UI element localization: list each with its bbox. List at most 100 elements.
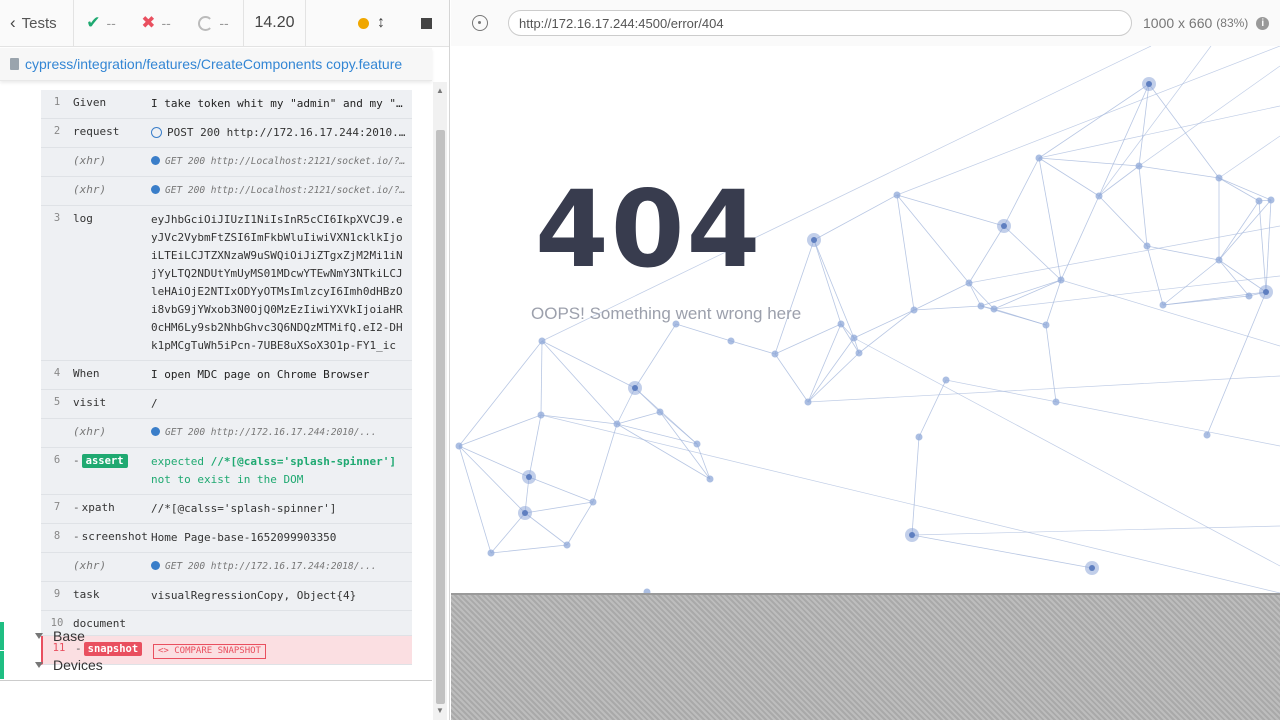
spec-path-link[interactable]: cypress/integration/features/CreateCompo… bbox=[25, 56, 402, 72]
command-name: When bbox=[73, 367, 100, 380]
failed-count: ✖ -- bbox=[141, 13, 171, 32]
command-number: 4 bbox=[53, 367, 61, 379]
command-message: Home Page-base-1652099903350 bbox=[151, 531, 337, 544]
command-message: POST 200 http://172.16.17.244:2010... bbox=[151, 124, 409, 142]
up-down-icon[interactable]: ↕ bbox=[377, 14, 385, 32]
suite-devices[interactable]: Devices bbox=[0, 651, 432, 679]
viewport-overflow-area bbox=[451, 593, 1280, 720]
command-number: 5 bbox=[53, 396, 61, 408]
check-icon: ✔ bbox=[86, 13, 101, 32]
command-number bbox=[41, 153, 73, 154]
reporter-panel: ‹ Tests ✔ -- ✖ -- -- 14.20 ↕ cypress/int… bbox=[0, 0, 450, 720]
passed-count: ✔ -- bbox=[86, 13, 116, 32]
xhr-dot-icon bbox=[151, 156, 160, 165]
command-message: expected //*[@calss='splash-spinner'] no… bbox=[151, 453, 409, 489]
command-message: eyJhbGciOiJIUzI1NiIsInR5cCI6IkpXVCJ9.eyJ… bbox=[151, 213, 403, 352]
command-row[interactable]: 8 - screenshot Home Page-base-165209990335… bbox=[41, 524, 412, 553]
command-message: GET 200 http://172.16.17.244:2018/... bbox=[151, 558, 409, 576]
command-number: 9 bbox=[53, 588, 61, 600]
divider bbox=[0, 680, 432, 681]
assert-post: not to exist in the DOM bbox=[151, 473, 304, 486]
stop-icon[interactable] bbox=[421, 17, 432, 29]
command-message: visualRegressionCopy, Object{4} bbox=[151, 589, 357, 602]
command-name: (xhr) bbox=[73, 154, 107, 167]
command-row[interactable]: 3 log eyJhbGciOiJIUzI1NiIsInR5cCI6IkpXVCJ9… bbox=[41, 206, 412, 361]
command-row[interactable]: 5 visit / bbox=[41, 390, 412, 419]
aut-header: http://172.16.17.244:4500/error/404 1000… bbox=[451, 0, 1280, 46]
command-row[interactable]: 4 When I open MDC page on Chrome Browser bbox=[41, 361, 412, 390]
command-row[interactable]: 1 Given I take token whit my "admin" and m… bbox=[41, 90, 412, 119]
assert-pre: expected bbox=[151, 455, 211, 468]
command-name: - screenshot bbox=[73, 530, 148, 543]
scrollbar-thumb[interactable] bbox=[436, 130, 445, 704]
command-name-text: screenshot bbox=[81, 530, 148, 543]
pending-count: -- bbox=[184, 0, 244, 47]
command-name: - xpath bbox=[73, 501, 115, 514]
command-name: task bbox=[73, 588, 100, 601]
viewport-info: 1000 x 660 (83%) i bbox=[1143, 15, 1270, 31]
command-name: visit bbox=[73, 396, 107, 409]
spec-path-bar: cypress/integration/features/CreateCompo… bbox=[0, 48, 432, 81]
command-row[interactable]: 2 request POST 200 http://172.16.17.244:20… bbox=[41, 119, 412, 148]
command-number: 2 bbox=[53, 125, 61, 137]
file-icon bbox=[10, 58, 19, 70]
command-row[interactable]: (xhr) GET 200 http://172.16.17.244:2010/.… bbox=[41, 419, 412, 448]
viewport-size: 1000 x 660 bbox=[1143, 15, 1213, 31]
command-number: 7 bbox=[53, 501, 61, 513]
command-row[interactable]: 7 - xpath //*[@calss='splash-spinner'] bbox=[41, 495, 412, 524]
stats-bar: ‹ Tests ✔ -- ✖ -- -- 14.20 ↕ bbox=[0, 0, 449, 47]
suite-label: Devices bbox=[53, 657, 103, 673]
command-name: (xhr) bbox=[73, 425, 107, 438]
command-name: (xhr) bbox=[73, 183, 107, 196]
command-name: log bbox=[73, 212, 93, 225]
run-controls: ↕ bbox=[306, 0, 449, 47]
command-number: 8 bbox=[53, 530, 61, 542]
request-icon bbox=[151, 127, 162, 138]
xhr-dot-icon bbox=[151, 561, 160, 570]
command-message: GET 200 http://Localhost:2121/socket.io/… bbox=[151, 182, 409, 200]
x-icon: ✖ bbox=[141, 13, 156, 32]
tests-button[interactable]: ‹ Tests bbox=[0, 0, 74, 47]
command-message: GET 200 http://Localhost:2121/socket.io/… bbox=[151, 153, 409, 171]
xhr-text: GET 200 http://Localhost:2121/socket.io/… bbox=[165, 156, 409, 167]
command-message: GET 200 http://172.16.17.244:2010/... bbox=[151, 424, 409, 442]
caret-down-icon bbox=[35, 662, 43, 668]
assert-selector: //*[@calss='splash-spinner'] bbox=[210, 455, 397, 468]
info-icon[interactable]: i bbox=[1256, 16, 1270, 30]
spinner-icon bbox=[198, 15, 214, 31]
command-name: - assert bbox=[73, 453, 151, 468]
request-text: POST 200 http://172.16.17.244:2010... bbox=[167, 126, 409, 139]
command-log: 1 Given I take token whit my "admin" and m… bbox=[41, 90, 412, 665]
xhr-text: GET 200 http://Localhost:2121/socket.io/… bbox=[165, 185, 409, 196]
error-message: OOPS! Something went wrong here bbox=[531, 304, 802, 323]
scroll-up-icon[interactable]: ▲ bbox=[436, 86, 444, 95]
command-row[interactable]: (xhr) GET 200 http://172.16.17.244:2018/.… bbox=[41, 553, 412, 582]
command-row[interactable]: 6 - assert expected //*[@calss='splash-spi… bbox=[41, 448, 412, 495]
command-message: //*[@calss='splash-spinner'] bbox=[151, 502, 337, 515]
orange-dot-icon bbox=[358, 17, 369, 29]
command-row[interactable]: 9 task visualRegressionCopy, Object{4} bbox=[41, 582, 412, 611]
command-name-text: xpath bbox=[81, 501, 115, 514]
command-number bbox=[41, 424, 73, 425]
caret-down-icon bbox=[35, 633, 43, 639]
command-row[interactable]: (xhr) GET 200 http://Localhost:2121/socke… bbox=[41, 177, 412, 206]
suite-base[interactable]: Base bbox=[0, 622, 432, 650]
assert-tag: assert bbox=[81, 454, 128, 468]
xhr-dot-icon bbox=[151, 427, 160, 436]
error-code: 404 bbox=[535, 168, 763, 291]
command-name: request bbox=[73, 125, 120, 138]
suite-label: Base bbox=[53, 628, 85, 644]
chevron-left-icon: ‹ bbox=[10, 13, 16, 32]
command-message: I open MDC page on Chrome Browser bbox=[151, 368, 370, 381]
scroll-down-icon[interactable]: ▼ bbox=[436, 706, 444, 715]
command-row[interactable]: (xhr) GET 200 http://Localhost:2121/socke… bbox=[41, 148, 412, 177]
duration: 14.20 bbox=[244, 0, 306, 47]
app-iframe: 404 OOPS! Something went wrong here bbox=[451, 46, 1280, 593]
xhr-text: GET 200 http://172.16.17.244:2018/... bbox=[165, 561, 377, 572]
command-number: 6 bbox=[53, 454, 61, 466]
url-bar[interactable]: http://172.16.17.244:4500/error/404 bbox=[508, 10, 1132, 36]
command-number bbox=[41, 558, 73, 559]
command-message: / bbox=[151, 397, 158, 410]
command-name: Given bbox=[73, 96, 107, 109]
crosshair-icon[interactable] bbox=[472, 15, 488, 31]
